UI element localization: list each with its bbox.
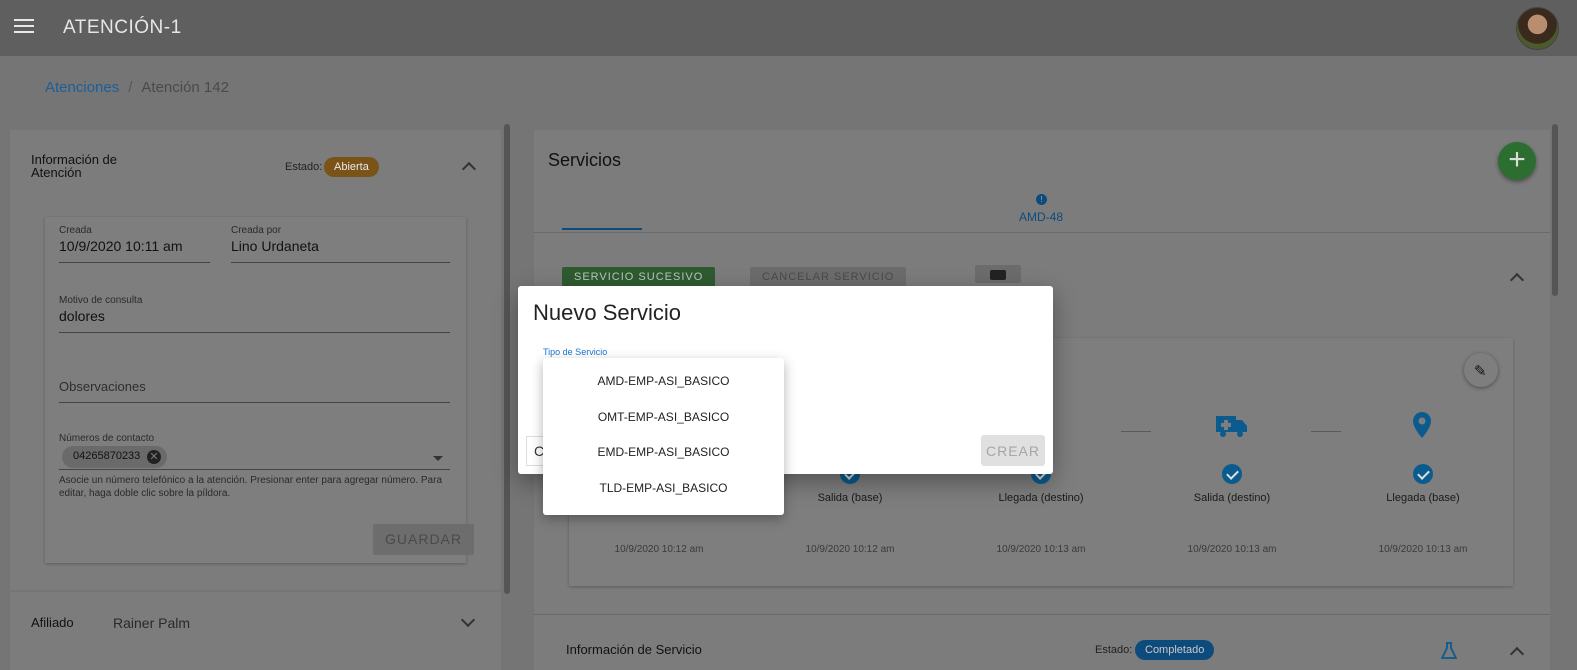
dialog-title: Nuevo Servicio [533, 300, 681, 325]
step-time: 10/9/2020 10:13 am [1378, 544, 1468, 555]
collapse-service-icon[interactable] [1509, 272, 1525, 288]
info-panel: Información de Atención Estado: Abierta … [10, 130, 501, 590]
step-time: 10/9/2020 10:13 am [1187, 544, 1277, 555]
step-label: Salida (base) [817, 492, 883, 504]
divider [59, 262, 210, 263]
ambulance-icon [1216, 416, 1247, 437]
status-badge: Abierta [324, 157, 379, 177]
step-time: 10/9/2020 10:12 am [614, 544, 704, 555]
affiliate-value: Rainer Palm [113, 615, 191, 631]
affiliate-label: Afiliado [31, 615, 74, 630]
info-panel-title: Información de Atención [31, 152, 117, 180]
step-check-icon [1413, 464, 1433, 484]
step-connector [1311, 431, 1341, 432]
reason-label: Motivo de consulta [59, 295, 143, 306]
app-title: ATENCIÓN-1 [63, 17, 182, 38]
menu-icon[interactable] [14, 19, 34, 37]
print-button[interactable] [975, 265, 1021, 283]
service-type-label: Tipo de Servicio [543, 347, 608, 357]
divider [534, 614, 1550, 615]
tab-indicator [562, 228, 642, 230]
tab-amd-48[interactable]: AMD-48 [1019, 210, 1063, 224]
observations-field[interactable]: Observaciones [59, 379, 146, 394]
collapse-info-icon[interactable] [1509, 646, 1525, 662]
menu-option[interactable]: OMT-EMP-ASI_BASICO [543, 400, 784, 436]
breadcrumb-link-atenciones[interactable]: Atenciones [45, 79, 119, 96]
step-time: 10/9/2020 10:12 am [805, 544, 895, 555]
step-label: Llegada (base) [1386, 492, 1460, 504]
successive-service-button[interactable]: SERVICIO SUCESIVO [562, 267, 716, 287]
avatar[interactable] [1516, 7, 1559, 50]
breadcrumb-current: Atención 142 [141, 79, 229, 96]
service-status-badge: Completado [1135, 640, 1215, 660]
step-label: Salida (destino) [1193, 492, 1271, 504]
divider [534, 232, 1550, 233]
step-label: Llegada (destino) [998, 492, 1084, 504]
save-button[interactable]: GUARDAR [373, 524, 475, 555]
step-connector [1121, 431, 1151, 432]
created-value: 10/9/2020 10:11 am [59, 238, 183, 254]
expand-icon[interactable] [460, 612, 476, 628]
info-column: Información de Atención Estado: Abierta … [10, 130, 501, 670]
chip-remove-icon[interactable]: ✕ [147, 450, 161, 464]
breadcrumb: Atenciones / Atención 142 [45, 79, 229, 96]
service-type-menu: AMD-EMP-ASI_BASICO OMT-EMP-ASI_BASICO EM… [543, 358, 784, 515]
created-by-label: Creada por [231, 225, 282, 236]
menu-option[interactable]: TLD-EMP-ASI_BASICO [543, 471, 784, 507]
location-pin-icon [1413, 412, 1431, 438]
edit-button[interactable]: ✎ [1464, 353, 1498, 387]
affiliate-panel: Afiliado Rainer Palm [10, 592, 501, 670]
contacts-hint: Asocie un número telefónico a la atenció… [59, 475, 443, 499]
reason-field[interactable]: dolores [59, 308, 105, 324]
app-bar: ATENCIÓN-1 [0, 0, 1577, 56]
dropdown-arrow-icon[interactable] [433, 456, 443, 461]
contact-chip-text: 04265870233 [73, 450, 141, 462]
alert-icon: ! [1036, 194, 1047, 205]
cancel-service-button[interactable]: CANCELAR SERVICIO [750, 267, 907, 287]
divider [59, 332, 450, 333]
add-service-button[interactable]: + [1498, 142, 1536, 180]
service-status-label: Estado: [1095, 644, 1133, 656]
collapse-icon[interactable] [461, 161, 477, 177]
create-button[interactable]: CREAR [981, 435, 1045, 466]
breadcrumb-separator: / [128, 79, 133, 96]
menu-option[interactable]: EMD-EMP-ASI_BASICO [543, 435, 784, 471]
right-scrollbar[interactable] [1552, 124, 1558, 296]
divider [59, 402, 450, 403]
contact-chip[interactable]: 04265870233 ✕ [62, 446, 167, 468]
divider [231, 262, 450, 263]
menu-option[interactable]: AMD-EMP-ASI_BASICO [543, 364, 784, 400]
left-scrollbar[interactable] [504, 124, 510, 594]
print-icon [990, 270, 1006, 280]
service-info-title: Información de Servicio [566, 642, 702, 657]
created-by-value: Lino Urdaneta [231, 238, 319, 254]
contacts-label: Números de contacto [59, 433, 155, 444]
divider [59, 469, 450, 470]
step-check-icon [1222, 464, 1242, 484]
services-title: Servicios [548, 150, 622, 170]
edit-icon: ✎ [1474, 363, 1487, 380]
flask-icon[interactable] [1441, 642, 1457, 660]
status-label: Estado: [285, 161, 323, 173]
created-label: Creada [59, 225, 92, 236]
step-time: 10/9/2020 10:13 am [996, 544, 1086, 555]
info-card: Creada 10/9/2020 10:11 am Creada por Lin… [45, 217, 475, 563]
